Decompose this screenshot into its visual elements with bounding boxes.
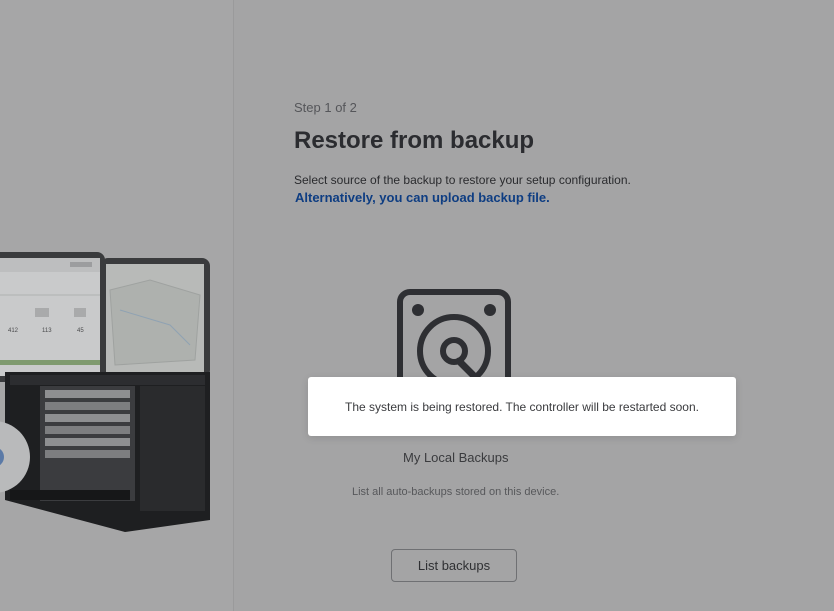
tablet-dashboard: 412 113 45: [0, 252, 105, 382]
page-subtitle: Select source of the backup to restore y…: [294, 173, 631, 187]
tablet-map: [100, 258, 210, 378]
hardware-illustration: 412 113 45: [0, 252, 210, 532]
stat-3: 45: [77, 328, 84, 334]
toast-message: The system is being restored. The contro…: [345, 399, 699, 414]
stat-2: 113: [42, 328, 52, 334]
main-panel: [235, 0, 834, 611]
left-panel: 412 113 45: [0, 0, 234, 611]
upload-backup-link[interactable]: Alternatively, you can upload backup fil…: [295, 190, 550, 205]
network-rack: [5, 372, 210, 532]
source-description: List all auto-backups stored on this dev…: [352, 486, 560, 498]
hard-drive-icon: [397, 289, 511, 389]
restore-toast: The system is being restored. The contro…: [308, 377, 736, 436]
list-backups-button[interactable]: List backups: [391, 549, 517, 582]
page-title: Restore from backup: [294, 127, 535, 154]
step-indicator: Step 1 of 2: [294, 100, 357, 115]
stat-1: 412: [8, 328, 19, 334]
panel-divider: [233, 0, 234, 611]
source-label: My Local Backups: [403, 450, 509, 465]
